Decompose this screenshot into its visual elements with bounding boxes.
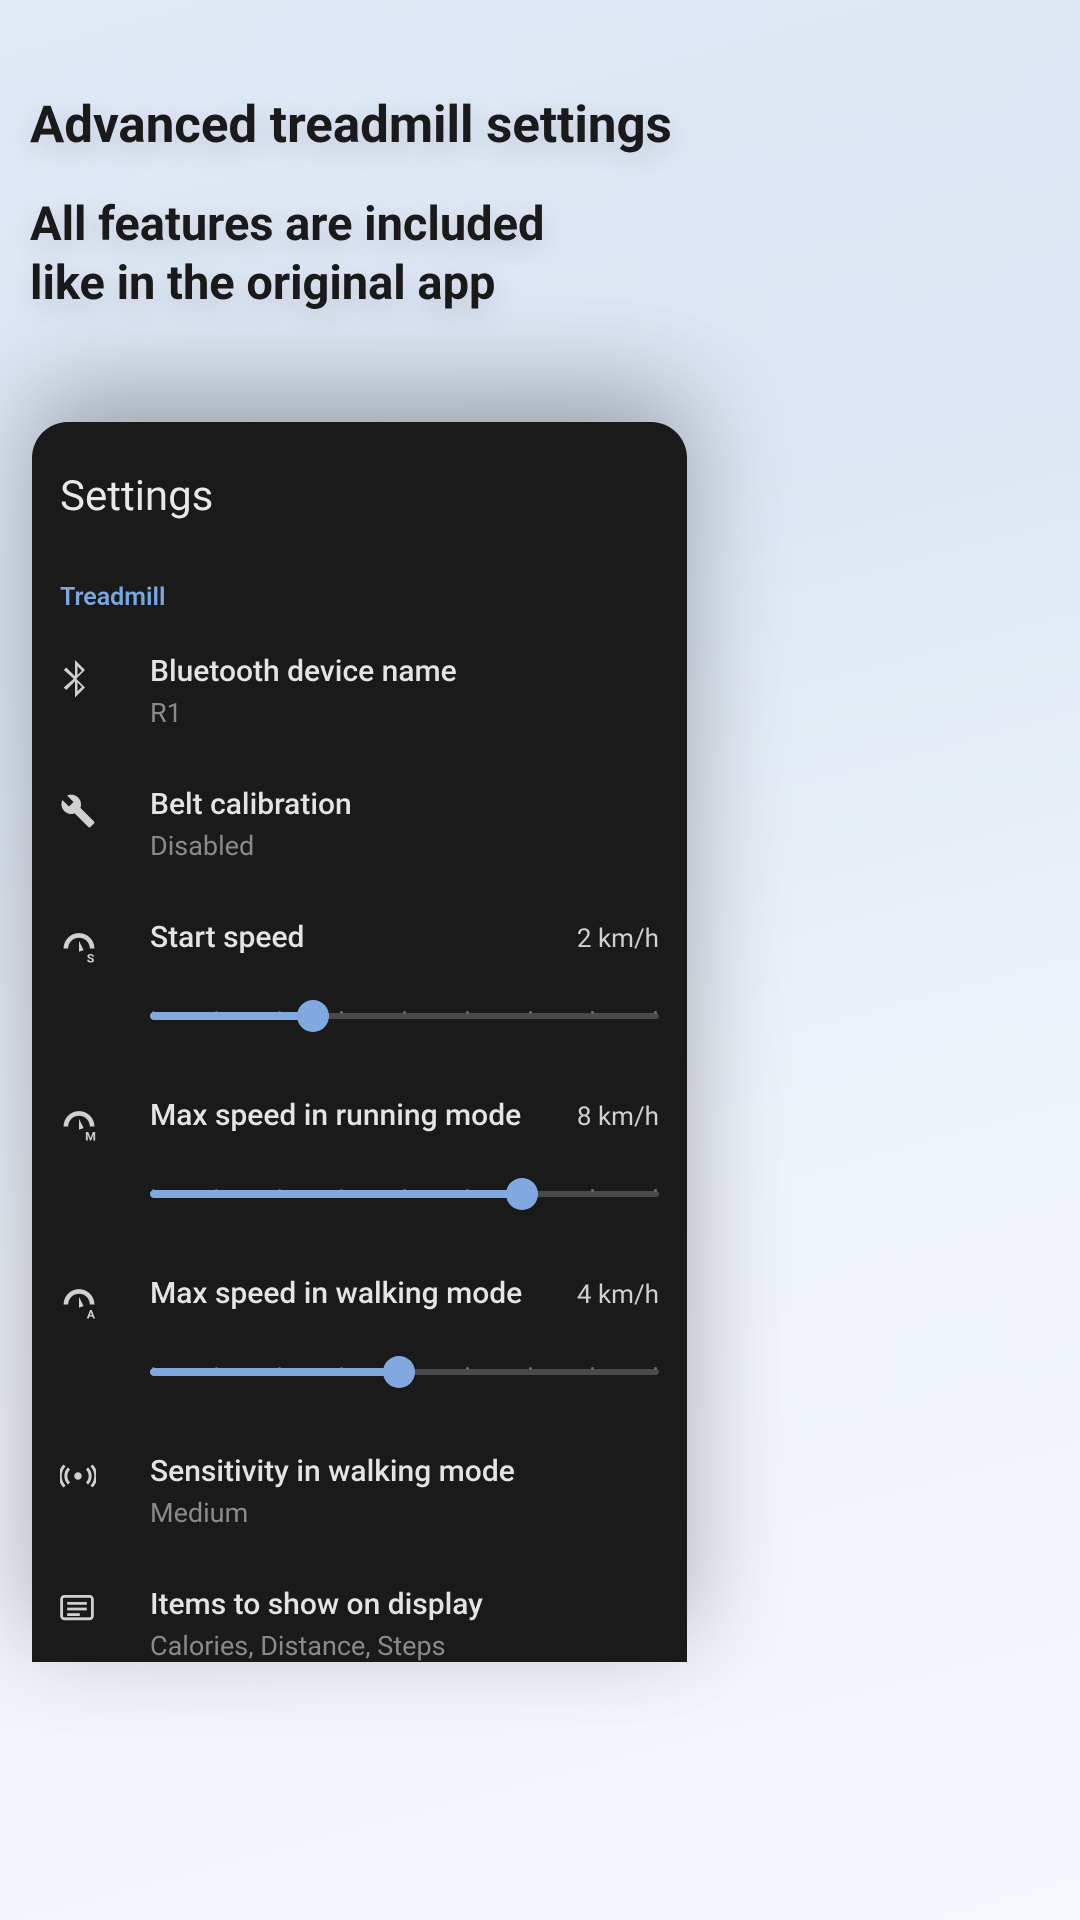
setting-max-speed-walking[interactable]: A Max speed in walking mode 4 km/h — [32, 1274, 687, 1390]
max-speed-running-value: 8 km/h — [577, 1102, 659, 1132]
display-items-value: Calories, Distance, Steps — [150, 1630, 659, 1662]
max-speed-walking-title: Max speed in walking mode — [150, 1274, 522, 1313]
max-speed-walking-slider[interactable] — [150, 1354, 659, 1390]
promo-title: Advanced treadmill settings — [30, 95, 1050, 156]
promo-subtitle: All features are included like in the or… — [30, 196, 1050, 314]
speedometer-s-icon: S — [60, 930, 98, 968]
svg-text:A: A — [87, 1308, 96, 1320]
setting-max-speed-running[interactable]: M Max speed in running mode 8 km/h — [32, 1096, 687, 1212]
setting-sensitivity[interactable]: Sensitivity in walking mode Medium — [32, 1452, 687, 1529]
sensitivity-title: Sensitivity in walking mode — [150, 1452, 659, 1491]
slider-thumb[interactable] — [383, 1356, 415, 1388]
settings-title: Settings — [32, 472, 687, 521]
speedometer-m-icon: M — [60, 1108, 98, 1146]
promo-header: Advanced treadmill settings All features… — [0, 0, 1080, 314]
max-speed-running-title: Max speed in running mode — [150, 1096, 521, 1135]
display-icon — [60, 1595, 94, 1627]
max-speed-running-slider[interactable] — [150, 1176, 659, 1212]
slider-thumb[interactable] — [506, 1178, 538, 1210]
wrench-icon — [60, 793, 96, 833]
svg-text:S: S — [87, 952, 95, 964]
section-label-treadmill: Treadmill — [32, 583, 687, 612]
setting-bluetooth[interactable]: Bluetooth device name R1 — [32, 652, 687, 729]
speedometer-a-icon: A — [60, 1286, 98, 1324]
belt-calibration-value: Disabled — [150, 830, 659, 862]
sensitivity-value: Medium — [150, 1497, 659, 1529]
start-speed-value: 2 km/h — [577, 924, 659, 954]
setting-display-items[interactable]: Items to show on display Calories, Dista… — [32, 1585, 687, 1662]
settings-card: Settings Treadmill Bluetooth device name… — [32, 422, 687, 1662]
belt-calibration-title: Belt calibration — [150, 785, 659, 824]
setting-start-speed[interactable]: S Start speed 2 km/h — [32, 918, 687, 1034]
sensor-icon — [60, 1464, 96, 1492]
max-speed-walking-value: 4 km/h — [577, 1280, 659, 1310]
bluetooth-value: R1 — [150, 697, 659, 729]
svg-text:M: M — [85, 1130, 96, 1142]
slider-thumb[interactable] — [297, 1000, 329, 1032]
bluetooth-title: Bluetooth device name — [150, 652, 659, 691]
start-speed-title: Start speed — [150, 918, 304, 957]
start-speed-slider[interactable] — [150, 998, 659, 1034]
display-items-title: Items to show on display — [150, 1585, 659, 1624]
bluetooth-icon — [60, 660, 90, 704]
setting-belt-calibration[interactable]: Belt calibration Disabled — [32, 785, 687, 862]
